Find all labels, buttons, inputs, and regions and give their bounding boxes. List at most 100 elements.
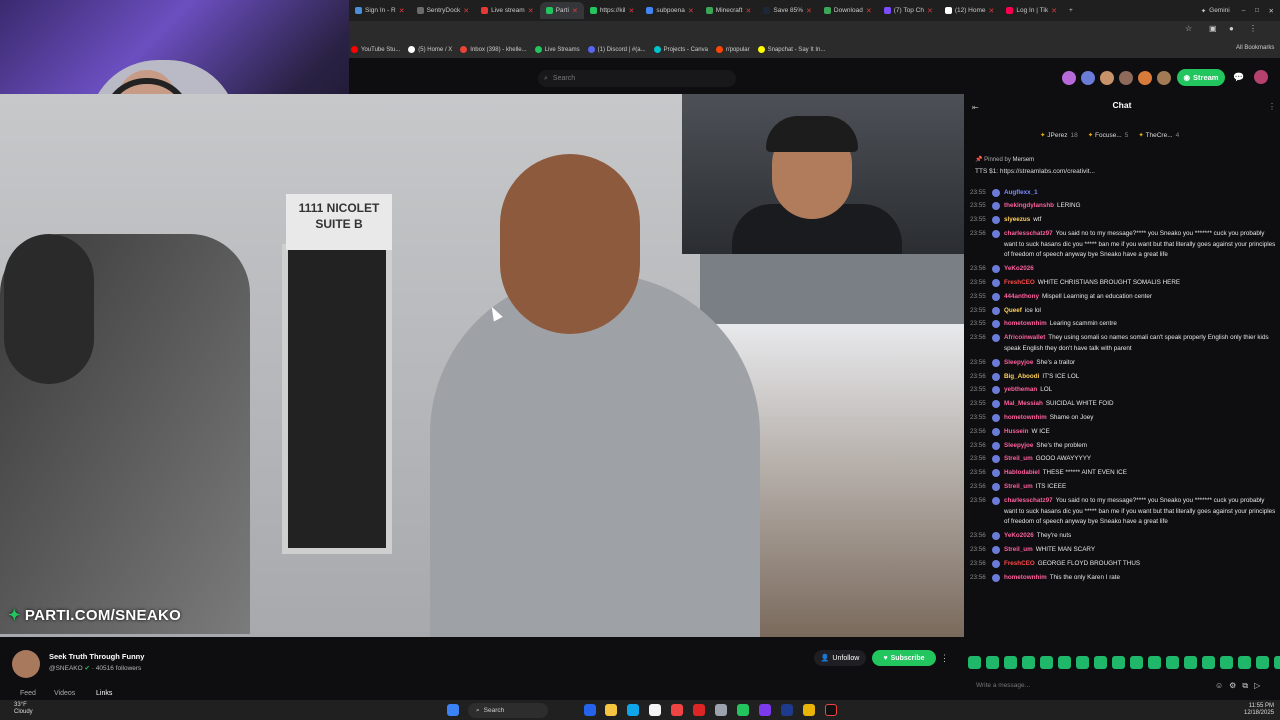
close-tab-icon[interactable]: ✕ (1051, 7, 1057, 15)
chat-message[interactable]: 23:55 Augflexx_1 (970, 186, 1276, 200)
app-icon[interactable] (649, 704, 661, 716)
leaderboard-entry[interactable]: ✦ Focuse... 5 (1088, 131, 1129, 139)
chat-message[interactable]: 23:56 Streil_um ITS ICEEE (970, 481, 1276, 495)
chat-message[interactable]: 23:55 slyeezus wtf (970, 214, 1276, 228)
tab-feed[interactable]: Feed (20, 690, 36, 697)
message-username[interactable]: Africoinwallet (1004, 334, 1045, 341)
close-tab-icon[interactable]: ✕ (927, 7, 933, 15)
taskbar-search[interactable]: ⌕ Search (468, 703, 548, 718)
browser-tab[interactable]: (7) Top Ch ✕ (878, 2, 939, 19)
chat-message[interactable]: 23:55 thekingdylanshb LERING (970, 200, 1276, 214)
message-username[interactable]: slyeezus (1004, 216, 1030, 223)
chat-message[interactable]: 23:56 Sleepyjoe She's a traitor (970, 356, 1276, 370)
subscribe-button[interactable]: ♥ Subscribe (872, 650, 936, 666)
send-icon[interactable]: ▷ (1254, 681, 1260, 691)
message-username[interactable]: FreshCEO (1004, 279, 1035, 286)
user-avatar[interactable] (1254, 70, 1268, 84)
message-username[interactable]: Streil_um (1004, 546, 1033, 553)
app-icon[interactable] (737, 704, 749, 716)
chat-message[interactable]: 23:56 hometownhim This the only Karen I ra… (970, 571, 1276, 585)
chat-message[interactable]: 23:56 charlesschatz97 You said no to my me… (970, 494, 1276, 529)
chat-message[interactable]: 23:56 Africoinwallet They using somali so … (970, 332, 1276, 357)
message-username[interactable]: YeKo2026 (1004, 532, 1034, 539)
taskbar-clock[interactable]: 11:55 PM 12/18/2025 (1244, 703, 1274, 717)
message-username[interactable]: hometownhim (1004, 414, 1047, 421)
extensions-icon[interactable]: ▣ (1209, 24, 1217, 33)
leaderboard-entry[interactable]: ✦ TheCre... 4 (1138, 131, 1179, 139)
browser-tab[interactable]: Sign In - R ✕ (349, 2, 411, 19)
tab-videos[interactable]: Videos (54, 690, 75, 697)
edge-icon[interactable] (627, 704, 639, 716)
bookmark-item[interactable]: Projects - Canva (653, 45, 708, 53)
message-username[interactable]: Big_Aboodi (1004, 373, 1039, 380)
browser-tab[interactable]: subpoena ✕ (640, 2, 699, 19)
close-tab-icon[interactable]: ✕ (463, 7, 469, 15)
emote-icon[interactable] (1220, 656, 1233, 669)
profile-icon[interactable]: ● (1229, 24, 1234, 33)
close-tab-icon[interactable]: ✕ (989, 7, 995, 15)
message-username[interactable]: Streil_um (1004, 455, 1033, 462)
channel-handle[interactable]: @SNEAKO (49, 665, 83, 672)
avatar[interactable] (1081, 71, 1095, 85)
bookmark-item[interactable]: Inbox (398) - khelle... (460, 45, 527, 53)
avatar[interactable] (1100, 71, 1114, 85)
close-tab-icon[interactable]: ✕ (806, 7, 812, 15)
leaderboard-entry[interactable]: ✦ JPerez 18 (1040, 131, 1078, 139)
emote-icon[interactable] (1274, 656, 1280, 669)
message-username[interactable]: Sleepyjoe (1004, 359, 1033, 366)
emote-icon[interactable] (1256, 656, 1269, 669)
emote-icon[interactable] (1076, 656, 1089, 669)
more-options-icon[interactable]: ⋮ (940, 653, 949, 664)
message-username[interactable]: Hablodabiel (1004, 469, 1040, 476)
chat-message[interactable]: 23:55 444anthony Mispell Learning at an ed… (970, 290, 1276, 304)
emote-icon[interactable] (1238, 656, 1251, 669)
settings-icon[interactable]: ⚙ (1229, 681, 1236, 691)
close-tab-icon[interactable]: ✕ (688, 7, 694, 15)
message-username[interactable]: thekingdylanshb (1004, 202, 1054, 209)
chat-message[interactable]: 23:55 Mal_Messiah SUICIDAL WHITE FOID (970, 398, 1276, 412)
message-username[interactable]: hometownhim (1004, 320, 1047, 327)
close-tab-icon[interactable]: ✕ (746, 7, 752, 15)
message-username[interactable]: Augflexx_1 (1004, 189, 1038, 196)
browser-tab[interactable]: Live stream ✕ (475, 2, 539, 19)
chat-message[interactable]: 23:55 hometownhim Learing scammin centre (970, 318, 1276, 332)
chat-message[interactable]: 23:56 charlesschatz97 You said no to my me… (970, 227, 1276, 262)
emote-icon[interactable] (1040, 656, 1053, 669)
chat-message[interactable]: 23:56 Hablodabiel THESE ****** AINT EVEN I… (970, 467, 1276, 481)
chat-input[interactable]: Write a message... (976, 682, 1206, 689)
message-username[interactable]: yebtheman (1004, 386, 1037, 393)
pinned-text[interactable]: TTS $1: https://streamlabs.com/creativit… (975, 168, 1275, 175)
emote-icon[interactable] (1130, 656, 1143, 669)
obs-icon[interactable] (825, 704, 837, 716)
emote-icon[interactable] (1166, 656, 1179, 669)
close-tab-icon[interactable]: ✕ (628, 7, 634, 15)
chat-message[interactable]: 23:56 Hussein W ICE (970, 425, 1276, 439)
avatar[interactable] (1062, 71, 1076, 85)
emote-icon[interactable] (986, 656, 999, 669)
chat-message[interactable]: 23:56 FreshCEO GEORGE FLOYD BROUGHT THUS (970, 557, 1276, 571)
emote-icon[interactable] (1148, 656, 1161, 669)
message-username[interactable]: Sleepyjoe (1004, 442, 1033, 449)
chat-message[interactable]: 23:56 Big_Aboodi IT'S ICE LOL (970, 370, 1276, 384)
maximize-icon[interactable]: □ (1255, 7, 1259, 14)
browser-tab[interactable]: (12) Home ✕ (939, 2, 1001, 19)
minimize-icon[interactable]: – (1242, 7, 1246, 14)
steam-icon[interactable] (781, 704, 793, 716)
bookmark-item[interactable]: r/popular (715, 45, 750, 53)
message-username[interactable]: Mal_Messiah (1004, 400, 1043, 407)
chat-message[interactable]: 23:56 Sleepyjoe She's the problem (970, 439, 1276, 453)
browser-tab[interactable]: Save 85% ✕ (757, 2, 818, 19)
chat-message[interactable]: 23:56 FreshCEO WHITE CHRISTIANS BROUGHT SO… (970, 277, 1276, 291)
emote-icon[interactable] (968, 656, 981, 669)
emote-icon[interactable] (1184, 656, 1197, 669)
browser-tab[interactable]: Minecraft ✕ (700, 2, 758, 19)
browser-tab[interactable]: Parti ✕ (539, 2, 584, 19)
avatar[interactable] (1138, 71, 1152, 85)
all-bookmarks[interactable]: All Bookmarks (1236, 45, 1274, 51)
emote-icon[interactable] (1094, 656, 1107, 669)
chat-message[interactable]: 23:55 hometownhim Shame on Joey (970, 412, 1276, 426)
close-tab-icon[interactable]: ✕ (528, 7, 534, 15)
chat-message[interactable]: 23:56 Streil_um WHITE MAN SCARY (970, 544, 1276, 558)
app-icon[interactable] (715, 704, 727, 716)
browser-tab[interactable]: SentryDock ✕ (411, 2, 475, 19)
